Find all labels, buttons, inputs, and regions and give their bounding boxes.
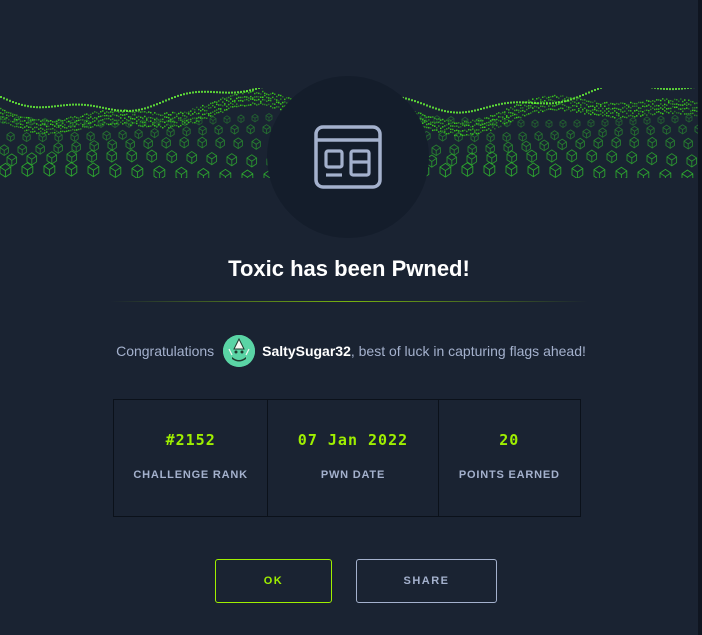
stat-value: 20 (499, 431, 519, 449)
stat-label: PWN DATE (321, 469, 385, 481)
title-divider (110, 301, 588, 302)
stats-panel: #2152 CHALLENGE RANK 07 Jan 2022 PWN DAT… (113, 399, 581, 517)
web-challenge-icon (314, 125, 382, 189)
congratulations-message: Congratulations SaltySugar32 , best of l… (0, 334, 702, 368)
scrollbar-track[interactable] (698, 0, 702, 635)
pwned-title: Toxic has been Pwned! (0, 256, 698, 282)
stat-pwn-date: 07 Jan 2022 PWN DATE (267, 400, 437, 516)
pwned-modal: Toxic has been Pwned! Congratulations Sa… (0, 0, 698, 635)
avatar[interactable] (223, 335, 255, 367)
stat-value: #2152 (166, 431, 216, 449)
challenge-icon-circle (267, 76, 429, 238)
ok-button[interactable]: OK (215, 559, 332, 603)
stat-label: POINTS EARNED (459, 469, 560, 481)
stat-points-earned: 20 POINTS EARNED (438, 400, 580, 516)
username-link[interactable]: SaltySugar32 (262, 343, 351, 359)
share-button[interactable]: SHARE (356, 559, 497, 603)
congrats-suffix: , best of luck in capturing flags ahead! (351, 343, 586, 359)
stat-value: 07 Jan 2022 (298, 431, 408, 449)
congrats-prefix: Congratulations (116, 343, 214, 359)
stat-challenge-rank: #2152 CHALLENGE RANK (114, 400, 267, 516)
stat-label: CHALLENGE RANK (133, 469, 247, 481)
